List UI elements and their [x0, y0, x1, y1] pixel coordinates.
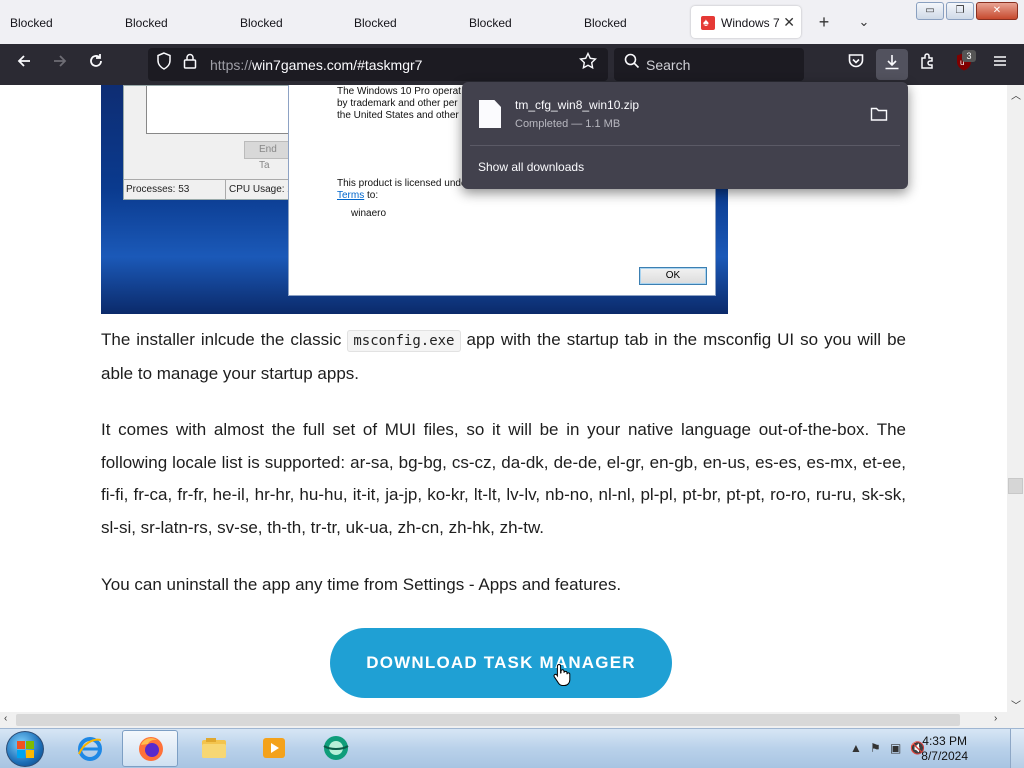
- license-text: This product is licensed unde: [337, 178, 467, 189]
- about-line-1: The Windows 10 Pro operat: [337, 86, 461, 97]
- about-line-3: the United States and other: [337, 110, 459, 121]
- pocket-icon[interactable]: [844, 52, 868, 76]
- task-list: [146, 86, 292, 134]
- internet-explorer-icon: [78, 737, 102, 761]
- app-globe-icon: [323, 736, 349, 760]
- new-tab-plus-icon[interactable]: +: [812, 10, 836, 34]
- inline-code: msconfig.exe: [347, 330, 461, 352]
- bookmark-star-icon[interactable]: [576, 51, 600, 76]
- hand-cursor-icon: [553, 663, 571, 686]
- folder-icon[interactable]: [870, 106, 888, 122]
- tab-blocked-2[interactable]: Blocked: [115, 6, 227, 38]
- folder-explorer-icon: [202, 738, 226, 758]
- show-hidden-icons-icon[interactable]: ▲: [850, 741, 862, 755]
- clock[interactable]: 4:33 PM 8/7/2024: [921, 734, 968, 764]
- shield-icon[interactable]: [152, 52, 176, 76]
- paragraph-uninstall: You can uninstall the app any time from …: [101, 575, 622, 594]
- menu-icon[interactable]: [988, 52, 1012, 76]
- tab-blocked-1[interactable]: Blocked: [0, 6, 112, 38]
- show-all-downloads-link[interactable]: Show all downloads: [478, 160, 584, 174]
- tab-strip: Blocked Blocked Blocked Blocked Blocked …: [0, 0, 1024, 44]
- url-text[interactable]: https://win7games.com/#taskmgr7: [210, 57, 422, 73]
- start-button[interactable]: [6, 731, 44, 767]
- search-placeholder: Search: [646, 57, 691, 73]
- download-icon: [880, 53, 904, 77]
- vertical-scroll-thumb[interactable]: [1008, 478, 1023, 494]
- minimize-button[interactable]: ▭: [916, 2, 944, 20]
- ok-button-image: OK: [639, 267, 707, 285]
- action-center-flag-icon[interactable]: ⚑: [870, 741, 881, 755]
- clock-date: 8/7/2024: [921, 749, 968, 763]
- tab-blocked-3[interactable]: Blocked: [230, 6, 342, 38]
- scroll-left-icon[interactable]: ‹: [4, 713, 7, 724]
- extensions-icon[interactable]: [916, 52, 940, 76]
- windows-taskbar: ▲ ⚑ ▣ 🔇 4:33 PM 8/7/2024: [0, 728, 1024, 768]
- download-task-manager-button[interactable]: DOWNLOAD TASK MANAGER: [330, 628, 672, 698]
- task-manager-window: End Ta Processes: 53 CPU Usage: 2: [123, 85, 294, 200]
- clock-time: 4:33 PM: [922, 734, 967, 748]
- horizontal-scrollbar[interactable]: ‹ ›: [0, 712, 1024, 728]
- cards-favicon-icon: [701, 7, 715, 38]
- tm-processes: Processes: 53: [126, 184, 190, 195]
- tab-blocked-6[interactable]: Blocked: [574, 6, 686, 38]
- taskbar-internet-explorer[interactable]: [62, 730, 118, 767]
- scroll-up-icon[interactable]: ︿: [1011, 87, 1021, 102]
- taskbar-media-player[interactable]: [246, 730, 302, 767]
- vertical-scrollbar[interactable]: ︿ ﹀: [1007, 85, 1024, 712]
- list-tabs-chevron-down-icon[interactable]: ⌄: [852, 10, 876, 34]
- tab-windows7[interactable]: Windows 7 ✕: [691, 6, 801, 38]
- extension-badge: 3: [962, 50, 976, 62]
- file-icon: [479, 100, 501, 128]
- paragraph-msconfig: The installer inlcude the classic msconf…: [101, 330, 906, 383]
- forward-icon[interactable]: [48, 52, 72, 76]
- windows-flag-icon: [17, 741, 35, 759]
- tab-blocked-5[interactable]: Blocked: [459, 6, 571, 38]
- downloads-panel: tm_cfg_win8_win10.zip Completed — 1.1 MB…: [462, 82, 908, 189]
- nav-toolbar: https://win7games.com/#taskmgr7 Search u…: [0, 44, 1024, 85]
- back-icon[interactable]: [12, 52, 36, 76]
- scroll-down-icon[interactable]: ﹀: [1011, 697, 1021, 712]
- media-player-icon: [263, 738, 285, 758]
- taskbar-firefox[interactable]: [122, 730, 178, 767]
- network-icon[interactable]: ▣: [890, 741, 901, 755]
- terms-line: Terms to:: [337, 190, 379, 201]
- horizontal-scroll-thumb[interactable]: [16, 714, 960, 726]
- download-status: Completed — 1.1 MB: [515, 118, 621, 130]
- tab-blocked-4[interactable]: Blocked: [344, 6, 456, 38]
- end-task-button: End Ta: [244, 141, 290, 171]
- scroll-right-icon[interactable]: ›: [994, 713, 997, 724]
- url-bar[interactable]: https://win7games.com/#taskmgr7: [148, 48, 608, 81]
- firefox-icon: [139, 737, 163, 761]
- downloads-button[interactable]: [876, 49, 908, 80]
- terms-link: Terms: [337, 190, 365, 201]
- restore-button[interactable]: ❐: [946, 2, 974, 20]
- search-bar[interactable]: Search: [614, 48, 804, 81]
- tab-close-icon[interactable]: ✕: [783, 6, 795, 38]
- lock-icon[interactable]: [178, 52, 202, 76]
- panel-divider: [470, 145, 900, 146]
- paragraph-locales: It comes with almost the full set of MUI…: [101, 420, 906, 537]
- close-window-button[interactable]: ✕: [976, 2, 1018, 20]
- window-controls: ▭ ❐ ✕: [916, 2, 1018, 20]
- tm-status-bar: Processes: 53 CPU Usage: 2: [124, 179, 294, 200]
- show-desktop-button[interactable]: [1010, 729, 1024, 768]
- licensee: winaero: [351, 208, 387, 219]
- search-icon: [620, 52, 644, 76]
- system-tray: ▲ ⚑ ▣ 🔇 4:33 PM 8/7/2024: [834, 729, 1024, 768]
- taskbar-app[interactable]: [308, 730, 364, 767]
- download-filename[interactable]: tm_cfg_win8_win10.zip: [515, 98, 639, 112]
- reload-icon[interactable]: [84, 52, 108, 76]
- about-line-2: by trademark and other per: [337, 98, 458, 109]
- taskbar-file-explorer[interactable]: [186, 730, 242, 767]
- tm-cpu-usage: CPU Usage: 2: [225, 180, 293, 200]
